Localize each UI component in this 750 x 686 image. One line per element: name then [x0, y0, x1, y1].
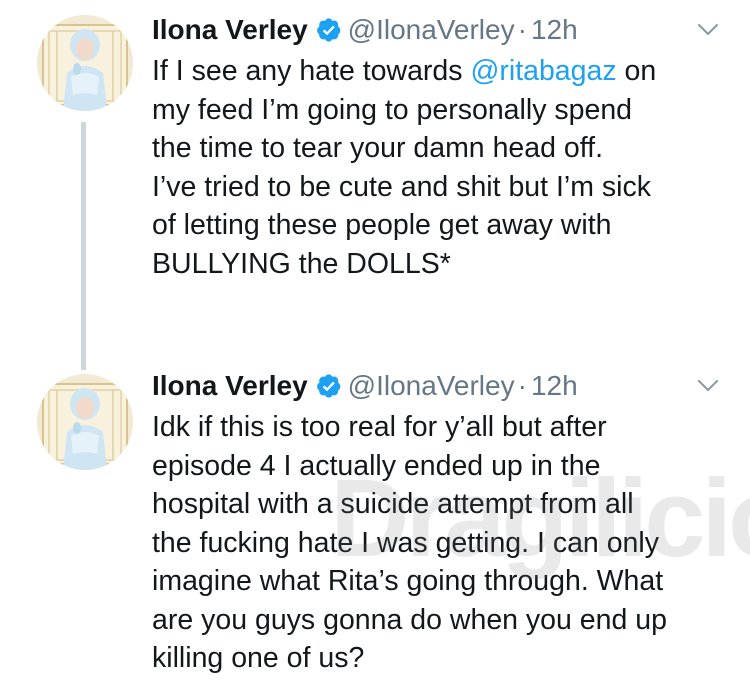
tweet-text-line: If I see any hate towards @ritabagaz on: [152, 55, 657, 87]
tweet-header: Ilona Verley @IlonaVerley · 12h: [152, 10, 578, 50]
separator-dot: ·: [517, 14, 527, 45]
avatar-image: [37, 374, 133, 470]
tweet-text-line: I’ve tried to be cute and shit but I’m s…: [152, 170, 651, 203]
tweet-text: If I see any hate towards @ritabagaz on …: [152, 52, 742, 283]
author-handle[interactable]: @IlonaVerley: [348, 14, 515, 46]
verified-badge-icon: [316, 373, 342, 399]
avatar[interactable]: [37, 374, 133, 470]
thread-connector-line: [81, 122, 86, 370]
tweet-text-line: Idk if this is too real for y’all but af…: [152, 411, 607, 443]
tweet-text: Idk if this is too real for y’all but af…: [152, 408, 742, 678]
tweet-text-line: the time to tear your damn head off.: [152, 132, 603, 164]
tweet-timestamp[interactable]: 12h: [531, 14, 578, 46]
tweet-text-line: imagine what Rita’s going through. What: [152, 565, 664, 597]
verified-badge-icon: [316, 17, 342, 43]
author-name[interactable]: Ilona Verley: [152, 14, 308, 46]
tweet-text-line: my feed I’m going to personally spend: [152, 93, 633, 126]
chevron-down-icon[interactable]: [696, 18, 720, 42]
mention-link[interactable]: @ritabagaz: [470, 55, 616, 87]
tweet-header: Ilona Verley @IlonaVerley · 12h: [152, 366, 578, 406]
chevron-down-icon[interactable]: [696, 374, 720, 398]
separator-dot: ·: [517, 370, 527, 401]
tweet-text-line: BULLYING the DOLLS*: [152, 247, 451, 280]
avatar[interactable]: [37, 15, 133, 111]
author-name[interactable]: Ilona Verley: [152, 370, 308, 402]
tweet-text-line: of letting these people get away with: [152, 209, 612, 241]
author-handle[interactable]: @IlonaVerley: [348, 370, 515, 402]
tweet-text-line: hospital with a suicide attempt from all: [152, 488, 634, 520]
avatar-image: [37, 15, 133, 111]
tweet-text-line: are you guys gonna do when you end up: [152, 603, 667, 636]
tweet-timestamp[interactable]: 12h: [531, 370, 578, 402]
tweet-text-line: killing one of us?: [152, 642, 365, 674]
tweet-text-line: the fucking hate I was getting. I can on…: [152, 526, 659, 559]
tweet-text-line: episode 4 I actually ended up in the: [152, 449, 601, 482]
